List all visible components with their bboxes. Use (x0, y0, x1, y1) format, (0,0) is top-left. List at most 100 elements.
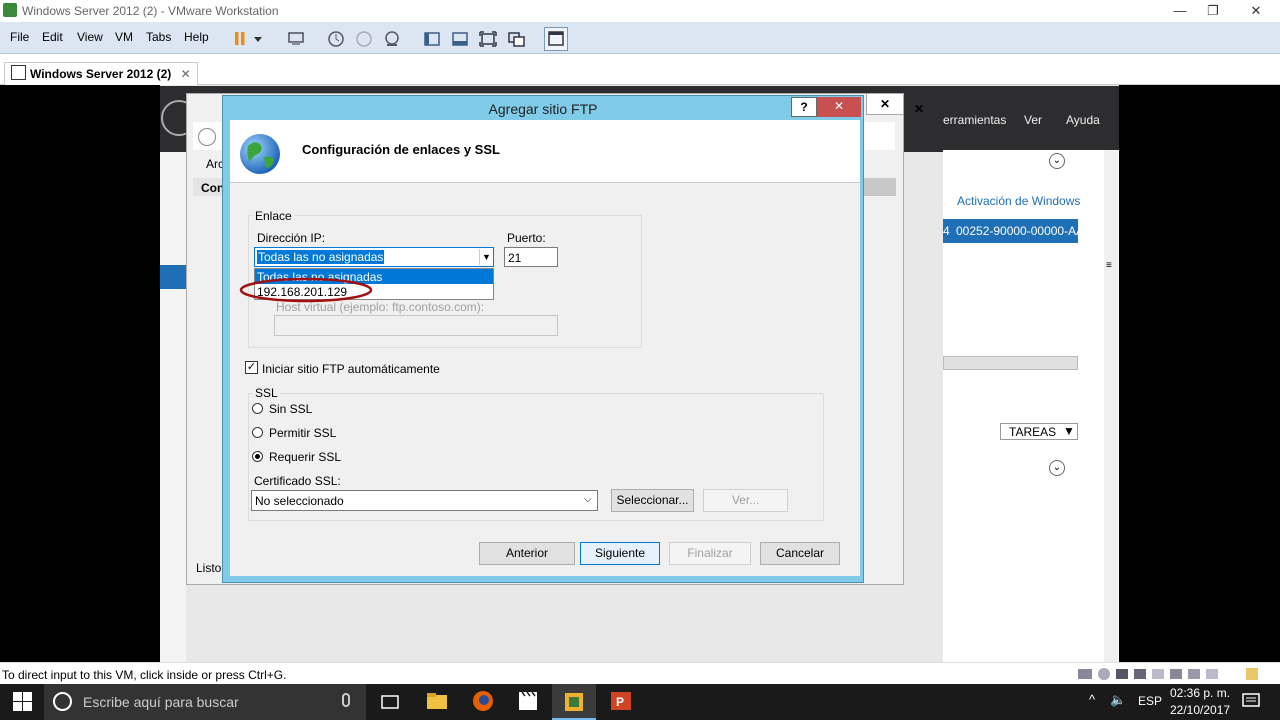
horizontal-scrollbar[interactable] (943, 356, 1078, 370)
tareas-button[interactable]: TAREAS ▼ (1000, 423, 1078, 440)
collapse-icon-2[interactable]: ⌄ (1049, 460, 1065, 476)
server-manager-content: ⌄ Activación de Windows 4 00252-90000-00… (859, 150, 1119, 662)
selected-row[interactable]: 4 00252-90000-00000-AA( (943, 219, 1088, 243)
autostart-checkbox[interactable]: ✓ (245, 361, 258, 374)
globe-icon (238, 132, 282, 179)
chevron-down-icon[interactable]: ▼ (479, 249, 493, 265)
iis-status-text: Listo (196, 561, 222, 575)
revert-snapshot-icon (352, 27, 376, 51)
port-label: Puerto: (507, 231, 546, 245)
maximize-button[interactable]: ❐ (1198, 3, 1228, 19)
cancel-button[interactable]: Cancelar (760, 542, 840, 565)
tab-close-icon[interactable]: ✕ (181, 67, 191, 81)
dialog-title: Agregar sitio FTP (488, 101, 598, 117)
radio-no-ssl-label[interactable]: Sin SSL (269, 402, 312, 416)
microphone-icon[interactable] (342, 693, 350, 707)
autostart-label[interactable]: Iniciar sitio FTP automáticamente (262, 362, 440, 376)
vmware-app-icon (3, 3, 17, 17)
vmware-taskbar-item[interactable] (552, 684, 596, 720)
menu-help[interactable]: Help (184, 30, 209, 44)
console-view-icon[interactable] (544, 27, 568, 51)
svg-text:P: P (616, 695, 624, 709)
radio-require-ssl-label[interactable]: Requerir SSL (269, 450, 341, 464)
tab-vm-label: Windows Server 2012 (2) (30, 67, 172, 81)
library-icon[interactable] (420, 27, 444, 51)
vmware-menubar: File Edit View VM Tabs Help (0, 22, 1280, 54)
vmware-statusbar: To direct input to this VM, click inside… (0, 662, 1280, 684)
virtual-host-label: Host virtual (ejemplo: ftp.contoso.com): (276, 300, 485, 314)
back-button[interactable]: Anterior (479, 542, 575, 565)
iis-back-icon[interactable] (198, 128, 216, 146)
sidebar-selected-item[interactable] (160, 265, 186, 289)
windows-start-icon[interactable] (13, 692, 33, 715)
iis-secondary-close-icon[interactable]: ✕ (866, 93, 904, 115)
close-window-button[interactable]: ✕ (1241, 3, 1271, 19)
ip-address-select[interactable]: Todas las no asignadas ▼ (254, 247, 494, 267)
vertical-scrollbar[interactable]: ≡ (1104, 150, 1118, 662)
pause-icon[interactable] (228, 27, 252, 51)
server-manager-sidebar (160, 152, 186, 662)
menu-ver[interactable]: Ver (1024, 113, 1042, 127)
tab-vm[interactable]: Windows Server 2012 (2) ✕ (4, 62, 198, 87)
clock-date[interactable]: 22/10/2017 (1170, 703, 1230, 717)
task-view-icon[interactable] (380, 692, 400, 715)
menu-file[interactable]: File (10, 30, 29, 44)
radio-allow-ssl-label[interactable]: Permitir SSL (269, 426, 336, 440)
volume-icon[interactable]: 🔈 (1110, 692, 1126, 708)
select-certificate-button[interactable]: Seleccionar... (611, 489, 694, 512)
activation-value: 00252-90000-00000-AA( (956, 224, 1089, 238)
finish-button: Finalizar (669, 542, 751, 565)
input-language[interactable]: ESP (1138, 694, 1162, 708)
iis-actions-header (864, 178, 896, 196)
search-placeholder: Escribe aquí para buscar (83, 694, 239, 710)
dialog-close-button[interactable]: ✕ (817, 97, 861, 117)
action-center-icon[interactable] (1242, 692, 1260, 713)
help-button[interactable]: ? (791, 97, 817, 117)
send-ctrl-alt-del-icon[interactable] (284, 27, 308, 51)
ssl-certificate-select[interactable]: No seleccionado ⌵ (251, 490, 598, 511)
view-certificate-button: Ver... (703, 489, 788, 512)
snapshot-icon[interactable] (324, 27, 348, 51)
port-input[interactable]: 21 (504, 247, 558, 267)
unity-icon[interactable] (504, 27, 528, 51)
firefox-icon[interactable] (472, 690, 494, 715)
snapshot-manager-icon[interactable] (380, 27, 404, 51)
powerpoint-icon[interactable]: P (609, 690, 633, 715)
vm-icon (11, 65, 26, 80)
menu-tabs[interactable]: Tabs (146, 30, 171, 44)
collapse-icon[interactable]: ⌄ (1049, 153, 1065, 169)
device-status-icons[interactable] (1078, 667, 1258, 681)
radio-allow-ssl[interactable] (252, 427, 263, 438)
radio-require-ssl[interactable] (252, 451, 263, 462)
window-title: Windows Server 2012 (2) - VMware Worksta… (22, 4, 279, 18)
dialog-heading: Configuración de enlaces y SSL (302, 142, 500, 157)
menu-vm[interactable]: VM (115, 30, 133, 44)
menu-ayuda[interactable]: Ayuda (1066, 113, 1100, 127)
clock-time[interactable]: 02:36 p. m. (1170, 686, 1230, 700)
vm-tabbar: Windows Server 2012 (2) ✕ (0, 55, 1280, 87)
radio-no-ssl[interactable] (252, 403, 263, 414)
virtual-host-input (274, 315, 558, 336)
scroll-grip-icon: ≡ (1106, 260, 1112, 271)
media-app-icon[interactable] (517, 690, 539, 715)
menu-view[interactable]: View (77, 30, 103, 44)
menu-herramientas[interactable]: erramientas (943, 113, 1006, 127)
ip-address-value: Todas las no asignadas (257, 250, 385, 264)
file-explorer-icon[interactable] (426, 690, 448, 715)
binding-group-label: Enlace (253, 209, 294, 223)
pause-dropdown-icon[interactable] (250, 27, 266, 51)
next-button[interactable]: Siguiente (580, 542, 660, 565)
iis-close-icon[interactable]: ✕ (904, 102, 934, 122)
tareas-dropdown-icon: ▼ (1063, 424, 1075, 438)
vmware-titlebar: Windows Server 2012 (2) - VMware Worksta… (0, 0, 1280, 22)
fullscreen-icon[interactable] (476, 27, 500, 51)
chevron-down-icon: ⌵ (584, 494, 592, 505)
ip-address-label: Dirección IP: (257, 231, 326, 245)
taskbar-search-box[interactable]: Escribe aquí para buscar (44, 684, 366, 720)
ssl-certificate-label: Certificado SSL: (254, 474, 341, 488)
show-hidden-icons[interactable]: ^ (1089, 692, 1095, 707)
minimize-button[interactable]: — (1165, 3, 1195, 19)
thumbnail-bar-icon[interactable] (448, 27, 472, 51)
menu-edit[interactable]: Edit (42, 30, 63, 44)
ssl-group-label: SSL (253, 386, 280, 400)
